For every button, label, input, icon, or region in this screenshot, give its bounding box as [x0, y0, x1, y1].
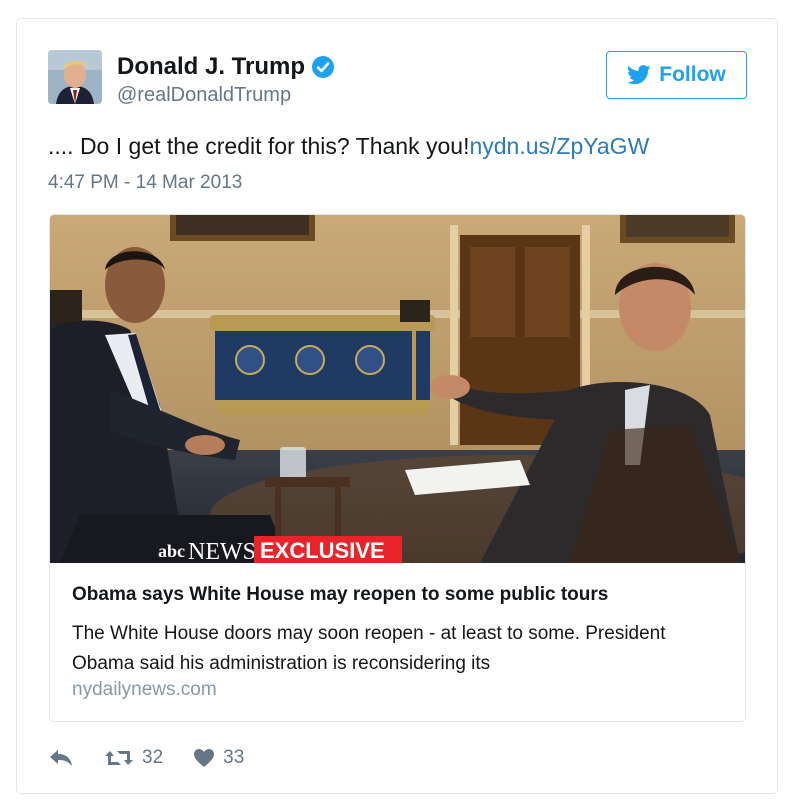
author-name[interactable]: Donald J. Trump: [117, 53, 305, 81]
retweet-count: 32: [142, 747, 164, 768]
card-domain: nydailynews.com: [72, 679, 217, 700]
tweet-card: Donald J. Trump @realDonaldTrump Follow …: [16, 18, 778, 794]
tweet-link[interactable]: nydn.us/ZpYaGW: [469, 133, 649, 159]
avatar-image: [48, 50, 102, 104]
reply-icon: [50, 750, 72, 766]
follow-button-label: Follow: [659, 63, 726, 86]
tweet-actions: 32 33: [48, 743, 244, 773]
like-count: 33: [223, 747, 245, 768]
retweet-icon: [105, 751, 133, 765]
card-title[interactable]: Obama says White House may reopen to som…: [72, 584, 608, 606]
exclusive-label: EXCLUSIVE: [260, 538, 385, 563]
heart-icon: [194, 749, 215, 767]
follow-button[interactable]: Follow: [606, 51, 747, 99]
verified-badge-icon: [312, 56, 335, 78]
tweet-body: .... Do I get the credit for this? Thank…: [48, 133, 470, 159]
tweet-text: .... Do I get the credit for this? Thank…: [48, 133, 649, 160]
abc-logo-text: abc: [158, 541, 185, 561]
reply-button[interactable]: [48, 748, 74, 768]
author-name-row[interactable]: Donald J. Trump: [117, 53, 335, 81]
card-description: The White House doors may soon reopen - …: [72, 623, 666, 674]
link-preview-card[interactable]: abc NEWS EXCLUSIVE Obama says White Hous…: [49, 214, 746, 722]
avatar[interactable]: [48, 50, 102, 104]
card-image[interactable]: abc NEWS EXCLUSIVE: [50, 215, 746, 563]
author-handle[interactable]: @realDonaldTrump: [117, 84, 291, 107]
retweet-button[interactable]: 32: [104, 747, 163, 769]
like-button[interactable]: 33: [193, 747, 244, 769]
news-brand-label: NEWS: [188, 539, 256, 563]
tweet-timestamp[interactable]: 4:47 PM - 14 Mar 2013: [48, 172, 242, 194]
twitter-bird-icon: [627, 65, 651, 85]
